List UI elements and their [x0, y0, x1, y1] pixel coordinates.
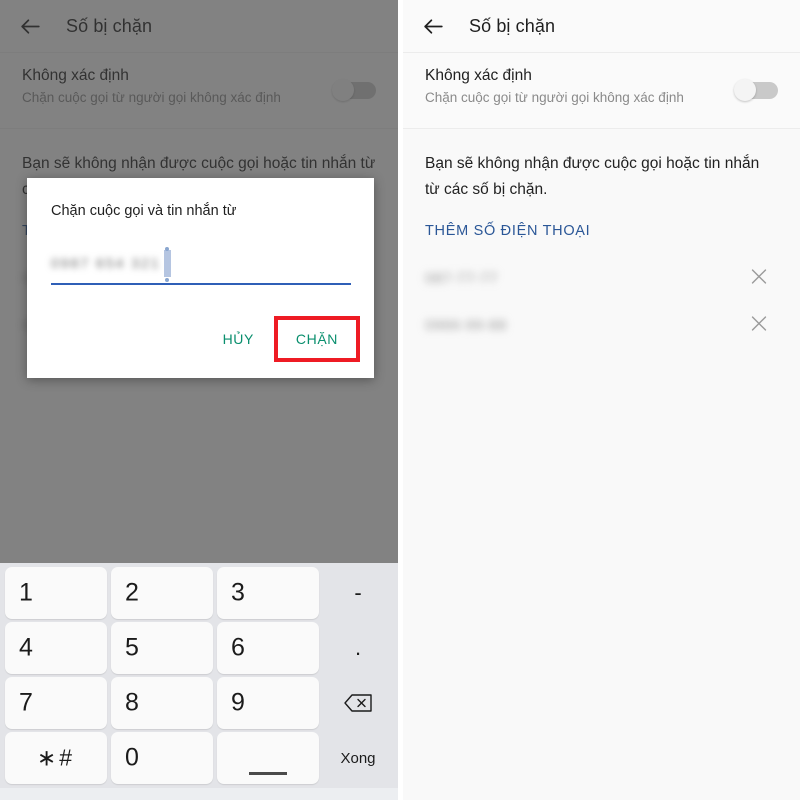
numeric-keyboard: 1 2 3 - 4 5 6 . 7 8 9 ∗# 0 Xong — [0, 563, 398, 800]
key-label: 3 — [231, 578, 245, 607]
cancel-button[interactable]: HỦY — [209, 322, 268, 356]
key-space[interactable] — [217, 732, 319, 784]
list-item[interactable]: 0966-99-88 — [403, 302, 800, 349]
blocked-numbers-screen-right: Số bị chặn Không xác định Chặn cuộc gọi … — [403, 0, 800, 800]
blocked-number-value: 0966-99-88 — [425, 317, 507, 334]
right-phone-panel: Số bị chặn Không xác định Chặn cuộc gọi … — [403, 0, 800, 800]
key-label: 2 — [125, 578, 139, 607]
left-phone-panel: Số bị chặn Không xác định Chặn cuộc gọi … — [0, 0, 398, 800]
key-8[interactable]: 8 — [111, 677, 213, 729]
key-label: 4 — [19, 633, 33, 662]
app-bar-right: Số bị chặn — [403, 0, 800, 52]
key-label: 0 — [125, 743, 139, 772]
text-caret — [164, 250, 171, 277]
close-icon[interactable] — [748, 265, 770, 292]
key-label: 5 — [125, 633, 139, 662]
key-7[interactable]: 7 — [5, 677, 107, 729]
panel-separator — [398, 0, 403, 800]
key-label: 6 — [231, 633, 245, 662]
input-underline — [51, 283, 351, 285]
keyboard-row: 4 5 6 . — [5, 622, 393, 674]
key-label: ∗# — [36, 744, 76, 771]
screenshot-root: Số bị chặn Không xác định Chặn cuộc gọi … — [0, 0, 800, 800]
key-0[interactable]: 0 — [111, 732, 213, 784]
space-bar-mark — [249, 772, 287, 775]
list-item[interactable]: 087-77-77 — [403, 255, 800, 302]
key-9[interactable]: 9 — [217, 677, 319, 729]
selection-handle-top-icon[interactable] — [165, 247, 169, 251]
key-dash[interactable]: - — [323, 567, 393, 619]
backspace-icon[interactable] — [323, 677, 393, 729]
keyboard-row: 7 8 9 — [5, 677, 393, 729]
key-star-hash[interactable]: ∗# — [5, 732, 107, 784]
key-3[interactable]: 3 — [217, 567, 319, 619]
key-4[interactable]: 4 — [5, 622, 107, 674]
key-period[interactable]: . — [323, 622, 393, 674]
dialog-title: Chặn cuộc gọi và tin nhắn từ — [51, 203, 237, 219]
back-arrow-icon[interactable] — [407, 0, 459, 52]
key-done[interactable]: Xong — [323, 732, 393, 784]
key-label: 9 — [231, 688, 245, 717]
unknown-caller-toggle[interactable] — [734, 79, 778, 101]
keyboard-row: 1 2 3 - — [5, 567, 393, 619]
highlight-annotation-box: CHẶN — [273, 316, 360, 362]
block-number-dialog: Chặn cuộc gọi và tin nhắn từ 0987 654 32… — [27, 178, 374, 378]
key-2[interactable]: 2 — [111, 567, 213, 619]
blocked-number-list: 087-77-77 0966-99-88 — [403, 255, 800, 349]
unknown-caller-title: Không xác định — [425, 67, 532, 84]
key-label: 7 — [19, 688, 33, 717]
keyboard-row: ∗# 0 Xong — [5, 732, 393, 784]
close-icon[interactable] — [748, 312, 770, 339]
key-1[interactable]: 1 — [5, 567, 107, 619]
block-confirm-button[interactable]: CHẶN — [282, 322, 352, 356]
toggle-thumb — [734, 79, 756, 101]
selection-handle-bottom-icon[interactable] — [165, 278, 169, 282]
add-phone-number-link[interactable]: THÊM SỐ ĐIỆN THOẠI — [403, 203, 800, 239]
phone-number-input[interactable]: 0987 654 321 — [51, 247, 351, 285]
key-label: 1 — [19, 578, 33, 607]
key-6[interactable]: 6 — [217, 622, 319, 674]
blocked-number-value: 087-77-77 — [425, 270, 498, 287]
key-5[interactable]: 5 — [111, 622, 213, 674]
phone-number-input-value: 0987 654 321 — [51, 255, 161, 271]
keyboard-bottom-bar — [0, 788, 398, 800]
key-label: 8 — [125, 688, 139, 717]
unknown-caller-subtitle: Chặn cuộc gọi từ người gọi không xác địn… — [425, 90, 684, 105]
unknown-caller-row[interactable]: Không xác định Chặn cuộc gọi từ người gọ… — [403, 53, 800, 128]
dialog-actions: HỦY CHẶN — [209, 316, 360, 362]
body-note: Bạn sẽ không nhận được cuộc gọi hoặc tin… — [425, 155, 760, 198]
page-title: Số bị chặn — [469, 15, 556, 36]
